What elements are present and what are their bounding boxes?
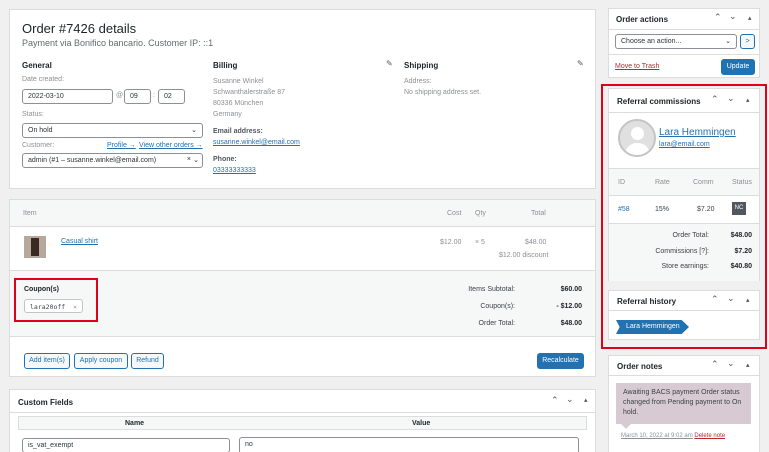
chevron-down-icon[interactable]: ⌄ bbox=[729, 11, 737, 22]
billing-phone-label: Phone: bbox=[213, 156, 237, 163]
order-total-label: Order Total: bbox=[478, 320, 515, 327]
billing-city: 80336 München bbox=[213, 100, 264, 107]
item-total: $48.00 bbox=[525, 239, 547, 246]
order-note-bubble: Awaiting BACS payment Order status chang… bbox=[616, 383, 751, 424]
qty-column-header: Qty bbox=[475, 210, 486, 217]
hour-input[interactable]: 09 bbox=[124, 89, 151, 104]
chevron-down-icon: ⌄ bbox=[193, 157, 199, 164]
note-bubble-tail bbox=[621, 424, 631, 429]
note-timestamp: March 10, 2022 at 9:02 am bbox=[621, 433, 693, 439]
time-colon: : bbox=[153, 92, 155, 99]
view-other-orders-link[interactable]: View other orders → bbox=[139, 142, 203, 149]
subtotal-value: $60.00 bbox=[560, 286, 582, 293]
recalculate-button[interactable]: Recalculate bbox=[537, 353, 584, 369]
order-notes-title: Order notes bbox=[617, 362, 663, 371]
subtotal-label: Items Subtotal: bbox=[468, 286, 515, 293]
billing-country: Germany bbox=[213, 111, 242, 118]
chevron-down-icon: ⌄ bbox=[191, 127, 197, 134]
billing-phone-link[interactable]: 03333333333 bbox=[213, 167, 256, 174]
apply-action-button[interactable]: > bbox=[740, 34, 755, 49]
items-header-row: Item Cost Qty Total bbox=[10, 200, 595, 227]
item-column-header: Item bbox=[23, 210, 37, 217]
apply-coupon-button[interactable]: Apply coupon bbox=[74, 353, 128, 369]
collapse-toggle-icon[interactable]: ▴ bbox=[584, 396, 588, 404]
total-column-header: Total bbox=[531, 210, 546, 217]
general-heading: General bbox=[22, 61, 52, 70]
status-label: Status: bbox=[22, 111, 44, 118]
customer-select[interactable]: admin (#1 – susanne.winkel@email.com) × … bbox=[22, 153, 203, 168]
shipping-address: No shipping address set. bbox=[404, 89, 482, 96]
refund-button[interactable]: Refund bbox=[131, 353, 164, 369]
order-total-value: $48.00 bbox=[560, 320, 582, 327]
profile-link[interactable]: Profile → bbox=[107, 142, 136, 149]
date-label: Date created: bbox=[22, 76, 65, 83]
value-column-header: Value bbox=[412, 420, 431, 427]
chevron-up-icon[interactable]: ⌃ bbox=[711, 359, 719, 370]
item-qty: × 5 bbox=[475, 239, 485, 246]
product-thumbnail bbox=[24, 236, 46, 258]
shipping-address-label: Address: bbox=[404, 78, 432, 85]
billing-street: Schwanthalerstraße 87 bbox=[213, 89, 285, 96]
chevron-down-icon: ⌄ bbox=[725, 38, 731, 45]
order-actions-title: Order actions bbox=[616, 15, 669, 24]
note-meta: March 10, 2022 at 9:02 am Delete note bbox=[621, 433, 725, 439]
referral-highlight-box bbox=[601, 84, 767, 349]
status-value: On hold bbox=[28, 127, 53, 134]
at-symbol: @ bbox=[116, 92, 124, 99]
billing-email-link[interactable]: susanne.winkel@email.com bbox=[213, 139, 300, 146]
chevron-down-icon[interactable]: ⌄ bbox=[727, 358, 735, 369]
edit-shipping-pencil-icon[interactable]: ✎ bbox=[577, 59, 584, 68]
billing-heading: Billing bbox=[213, 61, 238, 70]
status-select[interactable]: On hold ⌄ bbox=[22, 123, 203, 138]
custom-fields-header-row: Name Value bbox=[18, 416, 587, 430]
collapse-toggle-icon[interactable]: ▴ bbox=[748, 14, 752, 22]
collapse-toggle-icon[interactable]: ▴ bbox=[746, 361, 750, 369]
minute-input[interactable]: 02 bbox=[158, 89, 185, 104]
custom-field-value-input[interactable]: no bbox=[239, 437, 579, 452]
coupons-total-label: Coupon(s): bbox=[480, 303, 515, 310]
order-notes-panel: Order notes ⌃ ⌄ ▴ Awaiting BACS payment … bbox=[608, 355, 760, 452]
add-items-button[interactable]: Add item(s) bbox=[24, 353, 70, 369]
shipping-heading: Shipping bbox=[404, 61, 439, 70]
custom-field-name-input[interactable]: is_vat_exempt bbox=[22, 438, 230, 452]
date-input[interactable]: 2022-03-10 bbox=[22, 89, 113, 104]
customer-label: Customer: bbox=[22, 142, 55, 149]
billing-name: Susanne Winkel bbox=[213, 78, 264, 85]
order-action-select[interactable]: Choose an action... ⌄ bbox=[615, 34, 737, 49]
chevron-up-icon[interactable]: ⌃ bbox=[714, 12, 722, 23]
chevron-down-icon[interactable]: ⌄ bbox=[566, 394, 574, 405]
delete-note-link[interactable]: Delete note bbox=[694, 433, 725, 439]
item-discount: $12.00 discount bbox=[499, 252, 549, 259]
coupons-total-value: - $12.00 bbox=[556, 303, 582, 310]
billing-email-label: Email address: bbox=[213, 128, 263, 135]
clear-customer-icon[interactable]: × bbox=[187, 156, 191, 163]
custom-fields-panel: Custom Fields ⌃ ⌄ ▴ Name Value is_vat_ex… bbox=[9, 389, 596, 452]
order-actions-panel: Order actions ⌃ ⌄ ▴ Choose an action... … bbox=[608, 8, 760, 78]
page-title: Order #7426 details bbox=[22, 21, 137, 36]
custom-fields-title: Custom Fields bbox=[18, 398, 74, 407]
order-action-value: Choose an action... bbox=[621, 38, 682, 45]
move-to-trash-link[interactable]: Move to Trash bbox=[615, 63, 659, 70]
update-button[interactable]: Update bbox=[721, 59, 755, 75]
customer-value: admin (#1 – susanne.winkel@email.com) bbox=[28, 157, 157, 164]
cost-column-header: Cost bbox=[447, 210, 462, 217]
order-details-panel: Order #7426 details Payment via Bonifico… bbox=[9, 9, 596, 189]
product-name-link[interactable]: Casual shirt bbox=[61, 238, 98, 245]
edit-billing-pencil-icon[interactable]: ✎ bbox=[386, 59, 393, 68]
item-cost: $12.00 bbox=[440, 239, 462, 246]
coupon-highlight-box bbox=[14, 278, 98, 322]
chevron-up-icon[interactable]: ⌃ bbox=[551, 395, 559, 406]
name-column-header: Name bbox=[125, 420, 145, 427]
order-subtitle: Payment via Bonifico bancario. Customer … bbox=[22, 38, 214, 48]
